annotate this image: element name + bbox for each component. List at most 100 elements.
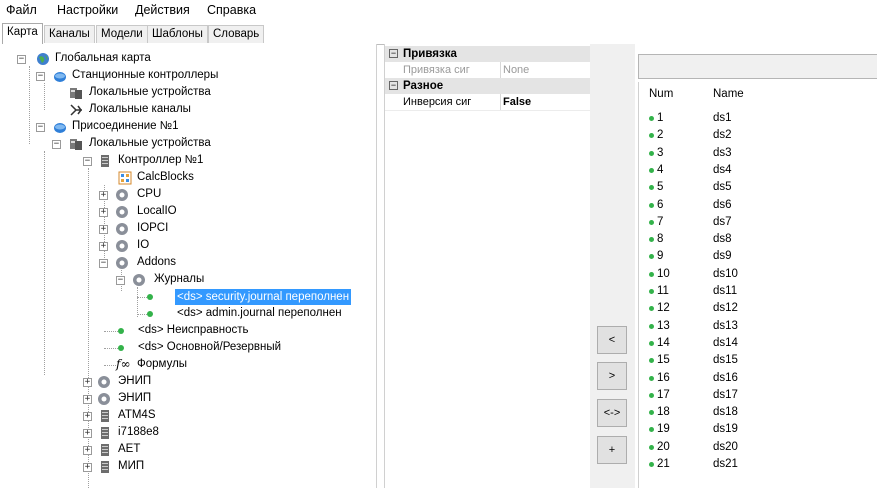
collapse-toggle[interactable]: −	[83, 157, 92, 166]
collapse-toggle[interactable]: −	[389, 49, 398, 58]
list-item[interactable]: 8 ds8	[639, 231, 877, 249]
tab-channels[interactable]: Каналы	[44, 25, 95, 43]
list-item-num: 20	[657, 440, 670, 453]
tree-node-main-reserve[interactable]: <ds> Основной/Резервный	[0, 340, 376, 357]
expand-toggle[interactable]: +	[99, 191, 108, 200]
blue-disc-icon	[54, 123, 66, 133]
list-item[interactable]: 19 ds19	[639, 421, 877, 439]
expand-toggle[interactable]: +	[83, 446, 92, 455]
list-item[interactable]: 20 ds20	[639, 439, 877, 457]
list-item[interactable]: 11 ds11	[639, 283, 877, 301]
menu-actions[interactable]: Действия	[135, 3, 190, 17]
filter-box[interactable]	[638, 54, 877, 79]
tree-node-global-map[interactable]: − Глобальная карта	[0, 51, 376, 68]
column-header-num[interactable]: Num	[649, 88, 673, 100]
tab-models[interactable]: Модели	[96, 25, 148, 43]
list-item[interactable]: 18 ds18	[639, 404, 877, 422]
tree-node-enip-2[interactable]: + ЭНИП	[0, 391, 376, 408]
list-item-num: 11	[657, 285, 669, 297]
green-dot-icon	[649, 375, 654, 381]
list-item[interactable]: 9 ds9	[639, 248, 877, 266]
list-item[interactable]: 16 ds16	[639, 370, 877, 388]
expand-toggle[interactable]: +	[99, 242, 108, 251]
tree-node-aet[interactable]: + AET	[0, 442, 376, 459]
swap-button[interactable]: <->	[597, 399, 627, 427]
controller-icon	[101, 444, 109, 456]
map-tree[interactable]: − Глобальная карта − Станционные контрол…	[0, 44, 377, 488]
tab-map[interactable]: Карта	[2, 23, 43, 44]
formula-icon: f∞	[116, 357, 131, 371]
tree-node-addons[interactable]: − Addons	[0, 255, 376, 272]
move-left-button[interactable]: <	[597, 326, 627, 354]
collapse-toggle[interactable]: −	[99, 259, 108, 268]
expand-toggle[interactable]: +	[83, 463, 92, 472]
list-item[interactable]: 6 ds6	[639, 197, 877, 215]
move-right-button[interactable]: >	[597, 362, 627, 390]
list-item[interactable]: 3 ds3	[639, 145, 877, 163]
list-item[interactable]: 10 ds10	[639, 266, 877, 284]
tree-node-formulas[interactable]: f∞ Формулы	[0, 357, 376, 374]
tree-node-security-journal[interactable]: <ds> security.journal переполнен	[0, 289, 376, 306]
expand-toggle[interactable]: +	[99, 208, 108, 217]
green-dot-icon	[649, 462, 654, 467]
tree-node-local-channels[interactable]: Локальные каналы	[0, 102, 376, 119]
list-item-name: ds4	[713, 163, 732, 176]
list-item[interactable]: 1 ds1	[639, 110, 877, 128]
menu-file[interactable]: Файл	[6, 3, 37, 17]
list-item[interactable]: 15 ds15	[639, 352, 877, 370]
list-item-name: ds18	[713, 406, 738, 419]
tree-node-io[interactable]: + IO	[0, 238, 376, 255]
tree-node-local-devices-2[interactable]: − Локальные устройства	[0, 136, 376, 153]
tree-node-controller-1[interactable]: − Контроллер №1	[0, 153, 376, 170]
list-item[interactable]: 17 ds17	[639, 387, 877, 405]
list-item-num: 9	[657, 250, 664, 263]
green-dot-icon	[649, 410, 654, 416]
list-item[interactable]: 2 ds2	[639, 127, 877, 145]
tree-node-journals[interactable]: − Журналы	[0, 272, 376, 289]
menu-help[interactable]: Справка	[207, 3, 256, 17]
collapse-toggle[interactable]: −	[116, 276, 125, 285]
tree-node-fault[interactable]: <ds> Неисправность	[0, 323, 376, 340]
tree-node-localio[interactable]: + LocalIO	[0, 204, 376, 221]
collapse-toggle[interactable]: −	[17, 55, 26, 64]
channel-list[interactable]: Num Name 1 ds1 2 ds2 3 ds3 4 ds4 5 ds5 6 ds6 7 ds7 8 ds…	[638, 82, 877, 488]
tree-node-local-devices[interactable]: Локальные устройства	[0, 85, 376, 102]
tree-node-connection-1[interactable]: − Присоединение №1	[0, 119, 376, 136]
tree-node-admin-journal[interactable]: <ds> admin.journal переполнен	[0, 306, 376, 323]
tree-node-station-controllers[interactable]: − Станционные контроллеры	[0, 68, 376, 85]
tree-node-iopci[interactable]: + IOPCI	[0, 221, 376, 238]
expand-toggle[interactable]: +	[83, 412, 92, 421]
list-item[interactable]: 21 ds21	[639, 456, 877, 474]
green-dot-icon	[649, 306, 654, 312]
tab-templates[interactable]: Шаблоны	[147, 25, 208, 43]
collapse-toggle[interactable]: −	[52, 140, 61, 149]
list-item[interactable]: 13 ds13	[639, 318, 877, 336]
column-header-name[interactable]: Name	[713, 88, 744, 100]
tree-node-calcblocks[interactable]: CalcBlocks	[0, 170, 376, 187]
list-item-name: ds3	[713, 146, 732, 159]
collapse-toggle[interactable]: −	[36, 72, 45, 81]
list-item[interactable]: 7 ds7	[639, 214, 877, 232]
tree-node-i7188e8[interactable]: + i7188e8	[0, 425, 376, 442]
collapse-toggle[interactable]: −	[389, 81, 398, 90]
list-item[interactable]: 12 ds12	[639, 300, 877, 318]
tree-node-mip[interactable]: + МИП	[0, 459, 376, 476]
expand-toggle[interactable]: +	[83, 395, 92, 404]
list-item[interactable]: 4 ds4	[639, 162, 877, 180]
tab-dictionary[interactable]: Словарь	[208, 25, 265, 43]
add-button[interactable]: +	[597, 436, 627, 464]
green-dot-icon	[649, 254, 654, 260]
green-dot-icon	[649, 185, 654, 191]
menu-settings[interactable]: Настройки	[57, 3, 118, 17]
devices-icon	[70, 88, 82, 99]
expand-toggle[interactable]: +	[99, 225, 108, 234]
tree-node-enip-1[interactable]: + ЭНИП	[0, 374, 376, 391]
collapse-toggle[interactable]: −	[36, 123, 45, 132]
tree-node-cpu[interactable]: + CPU	[0, 187, 376, 204]
expand-toggle[interactable]: +	[83, 429, 92, 438]
tree-node-atm4s[interactable]: + ATM4S	[0, 408, 376, 425]
list-item[interactable]: 5 ds5	[639, 179, 877, 197]
expand-toggle[interactable]: +	[83, 378, 92, 387]
list-item[interactable]: 14 ds14	[639, 335, 877, 353]
controller-icon	[101, 461, 109, 473]
